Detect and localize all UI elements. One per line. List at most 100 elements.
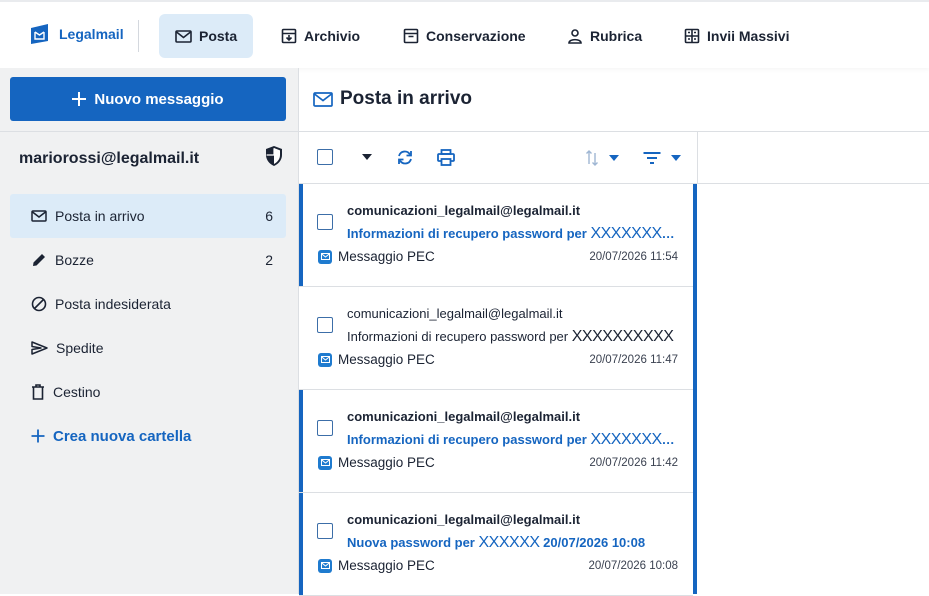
select-all-checkbox[interactable] [317,149,333,165]
nav-divider [138,20,139,52]
page-title: Posta in arrivo [313,88,472,110]
pec-mail-icon [318,558,332,573]
plus-icon [72,92,87,106]
security-shield-icon[interactable] [264,145,284,167]
message-sender: comunicazioni_legalmail@legalmail.it [347,306,563,321]
folder-count: 6 [265,208,273,224]
message-sender: comunicazioni_legalmail@legalmail.it [347,203,581,218]
pec-mail-icon [318,249,332,264]
message-subject: Nuova password per XXXXXX 20/07/2026 10:… [347,534,683,552]
account-email: mariorossi@legalmail.it [19,150,200,167]
message-checkbox[interactable] [317,317,333,333]
nav-conservazione[interactable]: Conservazione [387,14,542,58]
nav-conservazione-label: Conservazione [426,28,526,44]
subject-redacted: XXXXXXXXXX [590,225,683,242]
message-sender: comunicazioni_legalmail@legalmail.it [347,512,581,527]
subject-redacted: XXXXXXXXXX [571,328,674,345]
message-checkbox[interactable] [317,523,333,539]
folder-bozze[interactable]: Bozze 2 [10,238,286,282]
nav-archivio[interactable]: Archivio [265,14,376,58]
refresh-icon [398,150,412,165]
message-type: Messaggio PEC [318,352,435,367]
print-button[interactable] [437,149,455,166]
subject-text: Informazioni di recupero password per [347,329,569,344]
create-folder-link[interactable]: Crea nuova cartella [10,414,286,458]
person-icon [568,29,582,44]
folder-label: Posta indesiderata [55,296,171,312]
envelope-icon [175,29,192,43]
caret-down-icon [362,154,372,160]
message-type: Messaggio PEC [318,558,435,573]
message-subject: Informazioni di recupero password per XX… [347,328,683,346]
message-item[interactable]: comunicazioni_legalmail@legalmail.it Nuo… [299,493,693,596]
folder-count: 2 [265,252,273,268]
message-item[interactable]: comunicazioni_legalmail@legalmail.it Inf… [299,184,693,287]
page-title-text: Posta in arrivo [340,88,472,109]
trash-icon [32,384,44,400]
sort-dropdown[interactable] [585,149,619,167]
brand-logo[interactable]: Legalmail [29,23,124,45]
nav-invii-massivi[interactable]: Invii Massivi [668,14,805,58]
folder-spedite[interactable]: Spedite [10,326,286,370]
message-type: Messaggio PEC [318,455,435,470]
message-type-label: Messaggio PEC [338,249,435,264]
subject-text: Nuova password per [347,535,475,550]
caret-down-icon [671,155,681,161]
top-navigation: Legalmail Posta Archivio Conservazione R… [0,0,929,68]
plus-icon [31,429,45,443]
new-message-label: Nuovo messaggio [94,90,224,108]
brand-name: Legalmail [59,26,124,42]
message-type: Messaggio PEC [318,249,435,264]
message-subject: Informazioni di recupero password per XX… [347,225,683,243]
create-folder-label: Crea nuova cartella [53,427,192,445]
folder-label: Posta in arrivo [55,208,145,224]
nav-rubrica-label: Rubrica [590,28,643,44]
message-type-label: Messaggio PEC [338,558,435,573]
print-icon [437,149,455,166]
subject-redacted: XXXXXXXXXX [590,431,683,448]
sidebar-divider [0,131,298,132]
subject-redacted: XXXXXX [478,534,541,551]
nav-posta[interactable]: Posta [159,14,254,58]
blocked-icon [31,296,47,312]
message-item[interactable]: comunicazioni_legalmail@legalmail.it Inf… [299,287,693,390]
toolbar-divider [697,131,698,183]
select-options-dropdown[interactable] [362,154,372,160]
message-date: 20/07/2026 11:42 [589,457,678,469]
message-date: 20/07/2026 11:54 [589,251,678,263]
pec-mail-icon [318,352,332,367]
filter-dropdown[interactable] [643,152,681,164]
archive-icon [281,28,297,44]
envelope-icon [313,91,333,107]
title-divider [299,131,929,132]
filter-icon [643,152,661,164]
nav-invii-massivi-label: Invii Massivi [707,28,790,44]
message-date: 20/07/2026 11:47 [589,354,678,366]
folder-cestino[interactable]: Cestino [10,370,286,414]
message-subject: Informazioni di recupero password per XX… [347,431,683,449]
subject-text: Informazioni di recupero password per [347,432,587,447]
folder-label: Spedite [56,340,104,356]
inbox-icon [31,210,47,222]
pec-mail-icon [318,455,332,470]
refresh-button[interactable] [396,149,414,166]
legalmail-logo-icon [31,24,48,44]
new-message-button[interactable]: Nuovo messaggio [10,77,286,121]
nav-archivio-label: Archivio [304,28,361,44]
subject-suffix: 20/07/2026 10:08 [543,535,646,550]
message-item[interactable]: comunicazioni_legalmail@legalmail.it Inf… [299,390,693,493]
nav-posta-label: Posta [199,28,238,44]
message-checkbox[interactable] [317,214,333,230]
message-checkbox[interactable] [317,420,333,436]
folder-posta-in-arrivo[interactable]: Posta in arrivo 6 [10,194,286,238]
message-date: 20/07/2026 10:08 [588,560,678,572]
mass-send-icon [684,28,700,44]
pencil-icon [33,254,45,266]
list-scrollbar[interactable] [693,184,697,594]
nav-rubrica[interactable]: Rubrica [551,14,658,58]
send-icon [31,341,48,355]
storage-box-icon [403,28,419,44]
caret-down-icon [609,155,619,161]
sort-icon [586,150,598,166]
folder-posta-indesiderata[interactable]: Posta indesiderata [10,282,286,326]
